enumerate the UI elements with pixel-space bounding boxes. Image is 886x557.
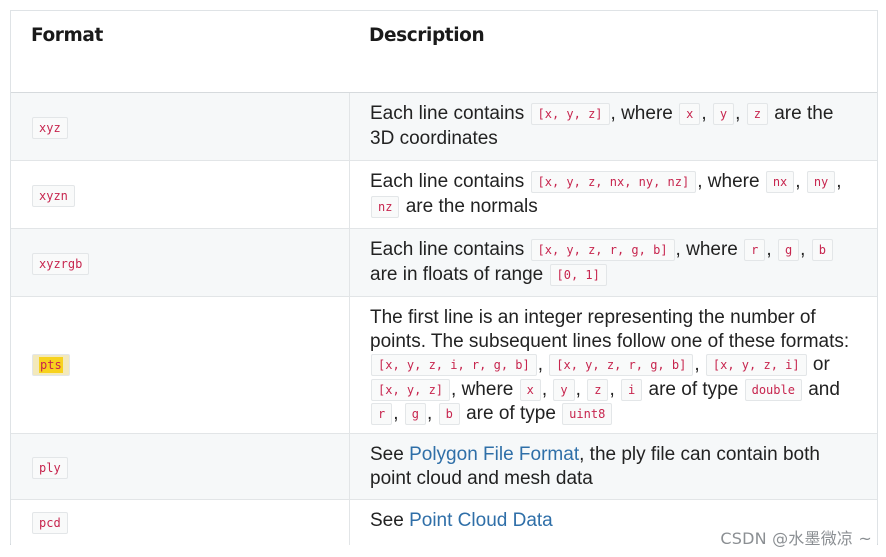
search-highlight: pts <box>39 357 63 373</box>
description-text: , <box>427 403 433 424</box>
description-text: , where <box>675 239 738 260</box>
description-text: are the normals <box>405 195 538 217</box>
format-description: The first line is an integer representin… <box>370 306 860 427</box>
description-text: , <box>609 378 615 400</box>
inline-code: r <box>744 239 766 261</box>
formats-table: Format Description xyz Each line contain… <box>10 10 878 545</box>
inline-code: z <box>746 103 768 125</box>
table-row: xyz Each line contains [x, y, z], where … <box>11 93 877 161</box>
inline-code: r <box>371 403 393 425</box>
format-code: pcd <box>32 512 68 534</box>
description-text: , where <box>610 103 673 124</box>
description-text: , <box>800 239 806 260</box>
inline-code: g <box>404 403 427 425</box>
description-text: , <box>541 378 548 400</box>
inline-code: g <box>777 239 800 261</box>
watermark: CSDN @水墨微凉 ~ <box>720 529 872 548</box>
description-text: The first line is an integer representin… <box>370 307 850 352</box>
inline-code: y <box>553 378 575 401</box>
format-code: xyzn <box>32 185 75 207</box>
format-code: xyz <box>32 117 68 139</box>
description-text: Each line contains <box>370 239 525 260</box>
description-text: , where <box>697 171 760 192</box>
description-text: are in floats of range <box>370 263 544 285</box>
header-format: Format <box>31 25 103 46</box>
description-text: , <box>694 354 700 375</box>
description-text: Each line contains <box>370 103 525 124</box>
inline-code: [x, y, z, i, r, g, b] <box>371 354 537 376</box>
inline-code: [0, 1] <box>549 263 607 286</box>
header-description: Description <box>369 25 485 46</box>
inline-code: double <box>744 378 802 401</box>
inline-code: [x, y, z, r, g, b] <box>549 354 694 376</box>
description-text: , <box>766 239 772 260</box>
inline-code: ny <box>806 171 836 193</box>
inline-code: [x, y, z, nx, ny, nz] <box>530 171 697 193</box>
inline-code: nx <box>765 171 795 193</box>
format-code: xyzrgb <box>32 253 90 275</box>
table-row: pts The first line is an integer represe… <box>11 297 877 434</box>
format-description: Each line contains [x, y, z, r, g, b], w… <box>370 238 860 287</box>
inline-code: i <box>621 378 643 401</box>
point-cloud-data-link[interactable]: Point Cloud Data <box>409 510 553 531</box>
inline-code: [x, y, z, r, g, b] <box>530 239 675 261</box>
table-row: xyzn Each line contains [x, y, z, nx, ny… <box>11 161 877 229</box>
column-divider <box>349 93 350 545</box>
description-text: , <box>701 103 707 124</box>
description-text: , where <box>451 378 514 400</box>
inline-code: nz <box>371 195 400 218</box>
table-row: ply See Polygon File Format, the ply fil… <box>11 434 877 500</box>
description-text: and <box>808 378 840 400</box>
inline-code: [x, y, z] <box>371 378 451 401</box>
table-row: xyzrgb Each line contains [x, y, z, r, g… <box>11 229 877 297</box>
description-text: See <box>370 444 404 465</box>
description-text: , <box>795 171 801 192</box>
description-text: Each line contains <box>370 171 525 192</box>
inline-code: [x, y, z] <box>530 103 610 125</box>
format-code: ply <box>32 457 68 479</box>
description-text: , <box>537 354 543 375</box>
inline-code: uint8 <box>562 403 613 425</box>
inline-code: b <box>438 403 460 425</box>
format-description: See Polygon File Format, the ply file ca… <box>370 443 860 490</box>
description-text: , <box>836 171 842 192</box>
description-text: are of type <box>648 378 739 400</box>
description-text: , <box>735 103 741 124</box>
description-text: are of type <box>466 403 556 424</box>
description-text: , <box>575 378 581 400</box>
format-description: Each line contains [x, y, z, nx, ny, nz]… <box>370 170 860 219</box>
inline-code: x <box>679 103 701 125</box>
description-text: See <box>370 510 404 531</box>
inline-code: y <box>712 103 735 125</box>
description-text: , <box>393 403 399 424</box>
format-description: Each line contains [x, y, z], where x, y… <box>370 102 860 150</box>
inline-code: x <box>519 378 541 401</box>
polygon-file-format-link[interactable]: Polygon File Format <box>409 444 579 465</box>
table-header: Format Description <box>11 11 877 94</box>
inline-code: z <box>587 378 609 401</box>
inline-code: b <box>811 239 833 261</box>
format-code-highlighted: pts <box>32 354 70 376</box>
description-text: or <box>812 354 830 375</box>
inline-code: [x, y, z, i] <box>705 354 807 376</box>
